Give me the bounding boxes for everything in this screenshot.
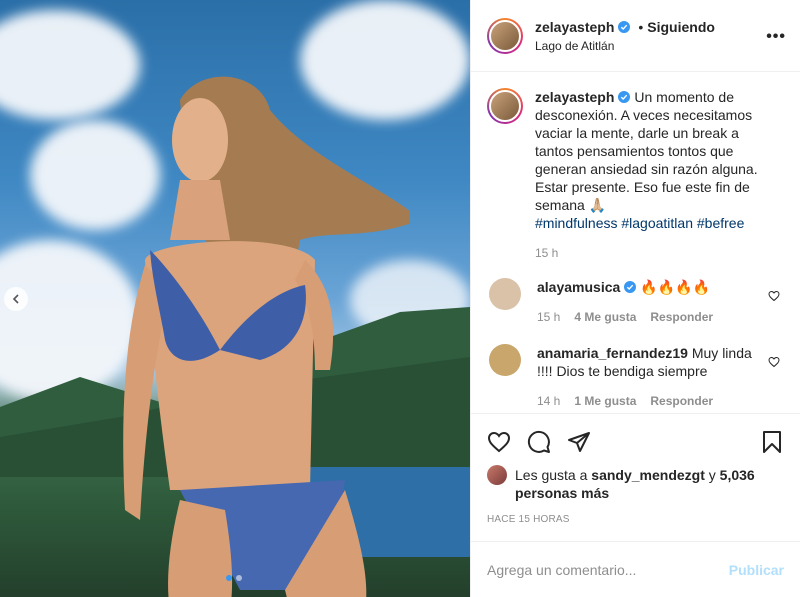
comment-likes[interactable]: 4 Me gusta [574, 308, 636, 326]
likes-prefix: Les gusta a [515, 467, 588, 483]
comment-input[interactable] [487, 561, 729, 578]
author-username[interactable]: zelayasteph [535, 19, 614, 35]
caption-hashtags[interactable]: #mindfulness #lagoatitlan #befree [535, 214, 775, 232]
author-avatar[interactable] [487, 17, 523, 54]
carousel-dot-active [226, 575, 232, 581]
caption-time: 15 h [535, 246, 559, 260]
following-button[interactable]: Siguiendo [647, 19, 715, 35]
verified-badge-icon [618, 91, 631, 103]
comment-time[interactable]: 14 h [537, 392, 560, 410]
woman-figure [123, 76, 410, 597]
comment-text: 🔥🔥🔥🔥 [640, 279, 711, 295]
verified-badge-icon [624, 281, 637, 293]
comment-likes[interactable]: 1 Me gusta [574, 392, 636, 410]
more-options-icon[interactable]: ••• [766, 28, 786, 46]
post-timestamp[interactable]: HACE 15 HORAS [487, 514, 784, 525]
comment-item: alayamusica 🔥🔥🔥🔥 15 h 4 Me gusta Responde… [487, 278, 784, 326]
liker-username[interactable]: sandy_mendezgt [591, 467, 705, 483]
publish-button[interactable]: Publicar [729, 562, 784, 578]
like-comment-icon[interactable] [768, 290, 780, 302]
likes-conj: y [708, 467, 716, 483]
comment-username[interactable]: alayamusica [537, 279, 620, 295]
caption-avatar[interactable] [487, 88, 523, 124]
comment-item: anamaria_fernandez19 Muy linda !!!! Dios… [487, 344, 784, 410]
reply-button[interactable]: Responder [650, 308, 713, 326]
post-side-panel: zelayasteph • Siguiendo Lago de Atitlán … [470, 0, 800, 597]
share-send-icon[interactable] [567, 430, 591, 454]
post-photo[interactable] [0, 0, 470, 597]
comment-time[interactable]: 15 h [537, 308, 560, 326]
bookmark-icon[interactable] [760, 430, 784, 454]
carousel-prev-button[interactable] [4, 287, 28, 311]
like-comment-icon[interactable] [768, 356, 780, 368]
reply-button[interactable]: Responder [650, 392, 713, 410]
chevron-left-icon [12, 294, 19, 304]
likes-summary: Les gusta a sandy_mendezgt y 5,036 perso… [487, 465, 784, 502]
carousel-indicator [226, 575, 242, 581]
commenter-avatar[interactable] [489, 344, 521, 376]
comments-section: zelayasteph Un momento de desconexión. A … [471, 72, 800, 413]
carousel-dot [236, 575, 242, 581]
caption-text: Un momento de desconexión. A veces neces… [535, 89, 758, 213]
comment-bubble-icon[interactable] [527, 430, 551, 454]
liker-avatar[interactable] [487, 465, 507, 485]
caption: zelayasteph Un momento de desconexión. A … [487, 88, 784, 232]
like-heart-icon[interactable] [487, 430, 511, 454]
verified-badge-icon [618, 20, 631, 33]
location-link[interactable]: Lago de Atitlán [535, 39, 715, 53]
separator-dot: • [638, 18, 644, 35]
comment-username[interactable]: anamaria_fernandez19 [537, 345, 688, 361]
commenter-avatar[interactable] [489, 278, 521, 310]
caption-username[interactable]: zelayasteph [535, 89, 614, 105]
post-actions: Les gusta a sandy_mendezgt y 5,036 perso… [471, 413, 800, 541]
post-header: zelayasteph • Siguiendo Lago de Atitlán … [471, 0, 800, 72]
add-comment-bar: Publicar [471, 541, 800, 597]
